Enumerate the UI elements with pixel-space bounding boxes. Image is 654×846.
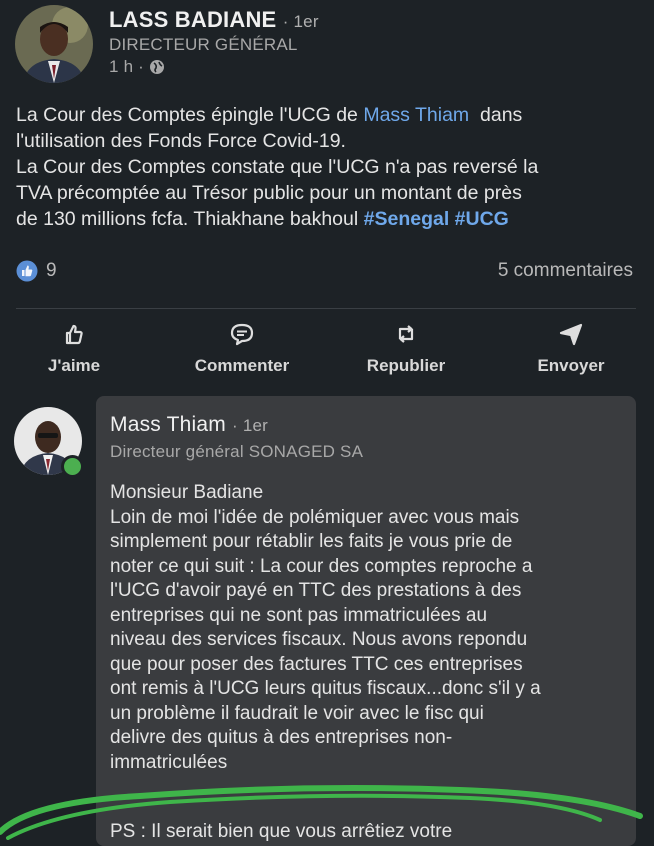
comment-line: entreprises qui ne sont pas immatriculée… <box>110 604 488 626</box>
comment-line: Loin de moi l'idée de polémiquer avec vo… <box>110 506 520 528</box>
comment-icon <box>182 320 302 348</box>
globe-icon <box>149 59 165 80</box>
send-icon <box>520 320 622 348</box>
send-button[interactable]: Envoyer <box>520 320 622 376</box>
comment-line: ont remis à l'UCG leurs quitus fiscaux..… <box>110 678 541 699</box>
connection-degree: · 1er <box>282 12 319 31</box>
comments-count[interactable]: 5 commentaires <box>498 260 633 282</box>
like-label: J'aime <box>47 356 101 375</box>
comment-label: Commenter <box>194 356 290 375</box>
author-avatar[interactable] <box>15 5 93 83</box>
author-title: DIRECTEUR GÉNÉRAL <box>109 35 298 54</box>
like-icon <box>24 320 124 348</box>
comment-line: l'UCG d'avoir payé en TTC des prestation… <box>110 580 522 601</box>
divider <box>16 308 636 309</box>
mention-mass-thiam[interactable]: Mass Thiam <box>363 104 469 126</box>
repost-icon <box>356 320 456 348</box>
commenter-name[interactable]: Mass Thiam <box>110 413 226 436</box>
commenter-degree: · 1er <box>232 416 268 435</box>
post-line-3: La Cour des Comptes constate que l'UCG n… <box>16 156 539 178</box>
comment-button[interactable]: Commenter <box>182 320 302 376</box>
commenter-name-row: Mass Thiam · 1er <box>110 413 268 437</box>
commenter-title: Directeur général SONAGED SA <box>110 442 364 461</box>
comment-line: niveau des services fiscaux. Nous avons … <box>110 629 528 650</box>
repost-button[interactable]: Republier <box>356 320 456 376</box>
comment-line: noter ce qui suit : La cour des comptes … <box>110 555 533 577</box>
comment-text: Monsieur Badiane Loin de moi l'idée de p… <box>110 481 640 775</box>
comment-line: Monsieur Badiane <box>110 482 264 503</box>
author-name[interactable]: LASS BADIANE <box>109 7 276 32</box>
author-name-row: LASS BADIANE · 1er <box>109 7 319 33</box>
comment-line: delivre des quitus à des entreprises non… <box>110 727 453 748</box>
post-line-4: TVA précomptée au Trésor public pour un … <box>16 182 522 204</box>
post-line-2: l'utilisation des Fonds Force Covid-19. <box>16 130 346 152</box>
green-highlight-scribble <box>0 785 643 840</box>
like-reaction-icon <box>16 260 38 282</box>
comment-line: immatriculées <box>110 751 228 773</box>
repost-label: Republier <box>366 356 446 375</box>
post-time-row: 1 h · <box>109 57 165 80</box>
send-label: Envoyer <box>537 356 605 375</box>
like-button[interactable]: J'aime <box>24 320 124 376</box>
post-time: 1 h · <box>109 57 145 76</box>
comment-line: simplement pour rétablir les faits je vo… <box>110 531 513 552</box>
reactions-summary[interactable]: 9 <box>16 259 57 283</box>
comment-line: un problème il faudrait le voir avec le … <box>110 702 484 724</box>
comment-line: que pour poser des factures TTC ces entr… <box>110 653 523 675</box>
post-line-5: de 130 millions fcfa. Thiakhane bakhoul … <box>16 208 509 230</box>
post-line-1: La Cour des Comptes épingle l'UCG de Mas… <box>16 104 523 126</box>
post-text: La Cour des Comptes épingle l'UCG de Mas… <box>16 102 646 232</box>
reactions-count: 9 <box>46 260 57 281</box>
hashtags[interactable]: #Senegal #UCG <box>364 208 509 230</box>
online-status-badge <box>61 455 84 478</box>
